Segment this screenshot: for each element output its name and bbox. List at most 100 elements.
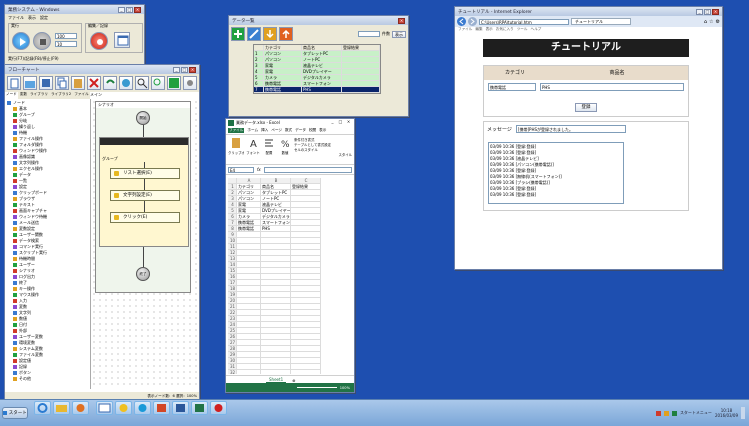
zoom-button[interactable]: [151, 76, 165, 90]
end-node[interactable]: 終了: [136, 267, 150, 281]
delete-button[interactable]: [87, 76, 101, 90]
home-icon[interactable]: ⌂: [704, 19, 707, 25]
count-input[interactable]: [358, 31, 380, 37]
minimize-button[interactable]: _: [329, 120, 336, 126]
gear-icon[interactable]: ⚙: [716, 19, 720, 25]
copy-button[interactable]: [55, 76, 69, 90]
minimize-button[interactable]: _: [118, 6, 125, 13]
ribbon-tab[interactable]: ページ: [271, 128, 282, 133]
category-select[interactable]: 携帯電話: [488, 83, 536, 91]
ribbon-tab[interactable]: 数式: [285, 128, 292, 133]
log-list[interactable]: 03/09 10:36 [登録:登録] 03/09 10:36 [登録:登録] 03…: [488, 142, 624, 204]
flowchart-titlebar[interactable]: フローチャート _ □ ×: [5, 65, 199, 74]
ribbon-tab[interactable]: 表示: [319, 128, 326, 133]
ie-menu-item[interactable]: 表示: [486, 27, 493, 34]
task-ie[interactable]: [34, 401, 51, 415]
ie-titlebar[interactable]: チュートリアル - Internet Explorer _ □ ×: [455, 7, 722, 16]
zoom-slider[interactable]: [296, 387, 337, 388]
stop-button[interactable]: [33, 32, 51, 50]
favorites-icon[interactable]: ☆: [709, 19, 713, 25]
text-set-node[interactable]: 文字列設定(E): [110, 190, 180, 201]
address-bar[interactable]: C:\Users\RPA\tutorial.htm: [479, 18, 569, 25]
minimize-button[interactable]: _: [696, 8, 703, 15]
record-tool-button[interactable]: [119, 76, 133, 90]
close-button[interactable]: ×: [398, 17, 405, 24]
open-button[interactable]: [23, 76, 37, 90]
record-button[interactable]: [90, 32, 108, 50]
clock[interactable]: 10:18 2016/03/09: [715, 408, 738, 418]
clipboard-group[interactable]: クリップボード: [228, 137, 244, 162]
task-app2[interactable]: [115, 401, 132, 415]
styles-group[interactable]: 条件付き書式 テーブルとして書式設定 セルのスタイル スタイル: [294, 137, 352, 162]
volume-icon[interactable]: [663, 410, 669, 416]
data-titlebar[interactable]: データ一覧 ×: [229, 16, 408, 25]
sheet-cell[interactable]: [261, 370, 291, 374]
tab-library2[interactable]: ライブラリ2: [50, 92, 72, 99]
maximize-button[interactable]: □: [704, 8, 711, 15]
close-button[interactable]: ×: [345, 120, 352, 126]
task-media[interactable]: [72, 401, 89, 415]
formula-input[interactable]: [263, 166, 352, 173]
start-button[interactable]: スタート: [2, 407, 28, 419]
task-powerpoint[interactable]: [153, 401, 170, 415]
edit-button[interactable]: [247, 27, 261, 41]
ribbon-tab[interactable]: 校閲: [309, 128, 316, 133]
list-select-node[interactable]: リスト選択(E): [110, 168, 180, 179]
launcher-titlebar[interactable]: 業務システム - Windows _ □ ×: [5, 5, 144, 14]
show-desktop-button[interactable]: [741, 407, 745, 419]
tree-item[interactable]: その他: [7, 376, 87, 382]
tab-library[interactable]: ライブラリ: [29, 92, 49, 99]
main-tab[interactable]: メイン: [90, 92, 198, 99]
close-button[interactable]: ×: [712, 8, 719, 15]
maximize-button[interactable]: □: [181, 66, 188, 73]
add-button[interactable]: [231, 27, 245, 41]
network-icon[interactable]: [671, 410, 677, 416]
start-node[interactable]: 開始: [136, 111, 150, 125]
tab-node[interactable]: ノード: [5, 92, 18, 99]
ie-menu-item[interactable]: ヘルプ: [531, 27, 542, 34]
play-button[interactable]: [12, 32, 30, 50]
click-node[interactable]: クリック(E): [110, 212, 180, 223]
show-button[interactable]: 表示: [392, 30, 406, 38]
paste-button[interactable]: [71, 76, 85, 90]
ie-menu-item[interactable]: 編集: [475, 27, 482, 34]
forward-button[interactable]: [468, 17, 477, 26]
sheet-cell[interactable]: [291, 370, 321, 374]
import-button[interactable]: [263, 27, 277, 41]
add-sheet-button[interactable]: ⊕: [292, 378, 295, 383]
tray-text[interactable]: スタートメニュー: [680, 410, 712, 416]
ie-menu-item[interactable]: ファイル: [458, 27, 472, 34]
export-button[interactable]: [279, 27, 293, 41]
number-group[interactable]: % 数値: [278, 137, 292, 162]
ie-menu-item[interactable]: ツール: [517, 27, 528, 34]
excel-titlebar[interactable]: 業務データ.xlsx - Excel _ □ ×: [226, 119, 354, 127]
search-button[interactable]: [135, 76, 149, 90]
task-app1[interactable]: [96, 401, 113, 415]
grid-button[interactable]: [167, 76, 181, 90]
back-button[interactable]: [457, 17, 466, 26]
minimize-button[interactable]: _: [173, 66, 180, 73]
tab-variable[interactable]: 変数: [19, 92, 28, 99]
ribbon-tab[interactable]: ホーム: [247, 128, 258, 133]
maximize-button[interactable]: □: [126, 6, 133, 13]
task-explorer[interactable]: [53, 401, 70, 415]
sheet-cell[interactable]: [237, 370, 261, 374]
task-recorder[interactable]: [210, 401, 227, 415]
name-box[interactable]: E4: [228, 166, 254, 173]
settings-button[interactable]: [183, 76, 197, 90]
row-header[interactable]: 32: [228, 370, 237, 374]
menu-file[interactable]: ファイル: [8, 15, 24, 21]
ie-tab[interactable]: チュートリアル: [571, 18, 631, 25]
menu-settings[interactable]: 設定: [40, 15, 48, 21]
count-select[interactable]: 10: [55, 41, 77, 47]
align-group[interactable]: 配置: [262, 137, 276, 162]
task-word[interactable]: [172, 401, 189, 415]
table-row[interactable]: 7 携帯電話 PHS: [254, 87, 380, 93]
new-button[interactable]: [7, 76, 21, 90]
ie-menu-item[interactable]: お気に入り: [496, 27, 514, 34]
register-button[interactable]: 登録: [575, 103, 597, 112]
sheet-grid[interactable]: A B C 1 カテゴリ 商品名 登録結果 2 パソコン タブレットPC 3 パソコン ノートPC 4 家電…: [228, 178, 352, 374]
ribbon-tab[interactable]: データ: [295, 128, 306, 133]
close-button[interactable]: ×: [189, 66, 196, 73]
ribbon-tab[interactable]: ファイル: [228, 128, 245, 133]
